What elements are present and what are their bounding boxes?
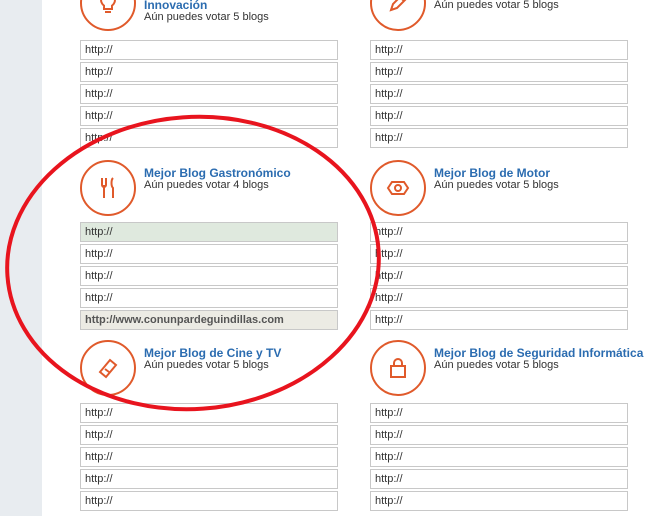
voting-page: Innovación Aún puedes votar 5 blogs http… xyxy=(42,0,664,516)
category-subtitle: Aún puedes votar 5 blogs xyxy=(144,359,269,371)
url-input[interactable]: http:// xyxy=(370,288,628,308)
lightbulb-icon xyxy=(80,0,136,31)
category-subtitle: Aún puedes votar 5 blogs xyxy=(434,179,559,191)
url-input[interactable]: http:// xyxy=(80,425,338,445)
url-input[interactable]: http:// xyxy=(370,128,628,148)
url-input[interactable]: http:// xyxy=(80,40,338,60)
category-subtitle: Aún puedes votar 4 blogs xyxy=(144,179,269,191)
url-input[interactable]: http:// xyxy=(370,425,628,445)
url-input[interactable]: http:// xyxy=(80,266,338,286)
url-input[interactable]: http://www.conunpardeguindillas.com xyxy=(80,310,338,330)
ticket-icon xyxy=(80,340,136,396)
url-input[interactable]: http:// xyxy=(370,40,628,60)
url-input[interactable]: http:// xyxy=(370,310,628,330)
url-input[interactable]: http:// xyxy=(80,62,338,82)
url-input[interactable]: http:// xyxy=(370,403,628,423)
engine-icon xyxy=(370,160,426,216)
category-subtitle: Aún puedes votar 5 blogs xyxy=(434,0,559,11)
fields-gastronomico: http:// http:// http:// http:// http://w… xyxy=(80,222,338,332)
url-input[interactable]: http:// xyxy=(80,106,338,126)
url-input[interactable]: http:// xyxy=(370,84,628,104)
url-input[interactable]: http:// xyxy=(370,491,628,511)
url-input[interactable]: http:// xyxy=(80,244,338,264)
category-title[interactable]: Mejor Blog de Seguridad Informática xyxy=(434,346,643,360)
fields-seguridad: http:// http:// http:// http:// http:// xyxy=(370,403,628,513)
url-input[interactable]: http:// xyxy=(80,128,338,148)
url-input[interactable]: http:// xyxy=(80,491,338,511)
url-input[interactable]: http:// xyxy=(370,106,628,126)
url-input[interactable]: http:// xyxy=(370,266,628,286)
url-input[interactable]: http:// xyxy=(370,222,628,242)
url-input[interactable]: http:// xyxy=(80,84,338,104)
pencil-icon xyxy=(370,0,426,31)
category-subtitle: Aún puedes votar 5 blogs xyxy=(434,359,559,371)
url-input[interactable]: http:// xyxy=(80,403,338,423)
url-input[interactable]: http:// xyxy=(370,469,628,489)
url-input[interactable]: http:// xyxy=(370,62,628,82)
url-input[interactable]: http:// xyxy=(80,447,338,467)
url-input[interactable]: http:// xyxy=(80,469,338,489)
category-title[interactable]: Mejor Blog de Motor xyxy=(434,166,550,180)
url-input[interactable]: http:// xyxy=(80,222,338,242)
category-subtitle: Aún puedes votar 5 blogs xyxy=(144,11,269,23)
url-input[interactable]: http:// xyxy=(370,244,628,264)
fields-innovacion: http:// http:// http:// http:// http:// xyxy=(80,40,338,150)
fork-knife-icon xyxy=(80,160,136,216)
category-title[interactable]: Mejor Blog Gastronómico xyxy=(144,166,291,180)
url-input[interactable]: http:// xyxy=(80,288,338,308)
lock-icon xyxy=(370,340,426,396)
category-title[interactable]: Mejor Blog de Cine y TV xyxy=(144,346,281,360)
fields-tecnologia: http:// http:// http:// http:// http:// xyxy=(370,40,628,150)
url-input[interactable]: http:// xyxy=(370,447,628,467)
fields-cine: http:// http:// http:// http:// http:// xyxy=(80,403,338,513)
fields-motor: http:// http:// http:// http:// http:// xyxy=(370,222,628,332)
